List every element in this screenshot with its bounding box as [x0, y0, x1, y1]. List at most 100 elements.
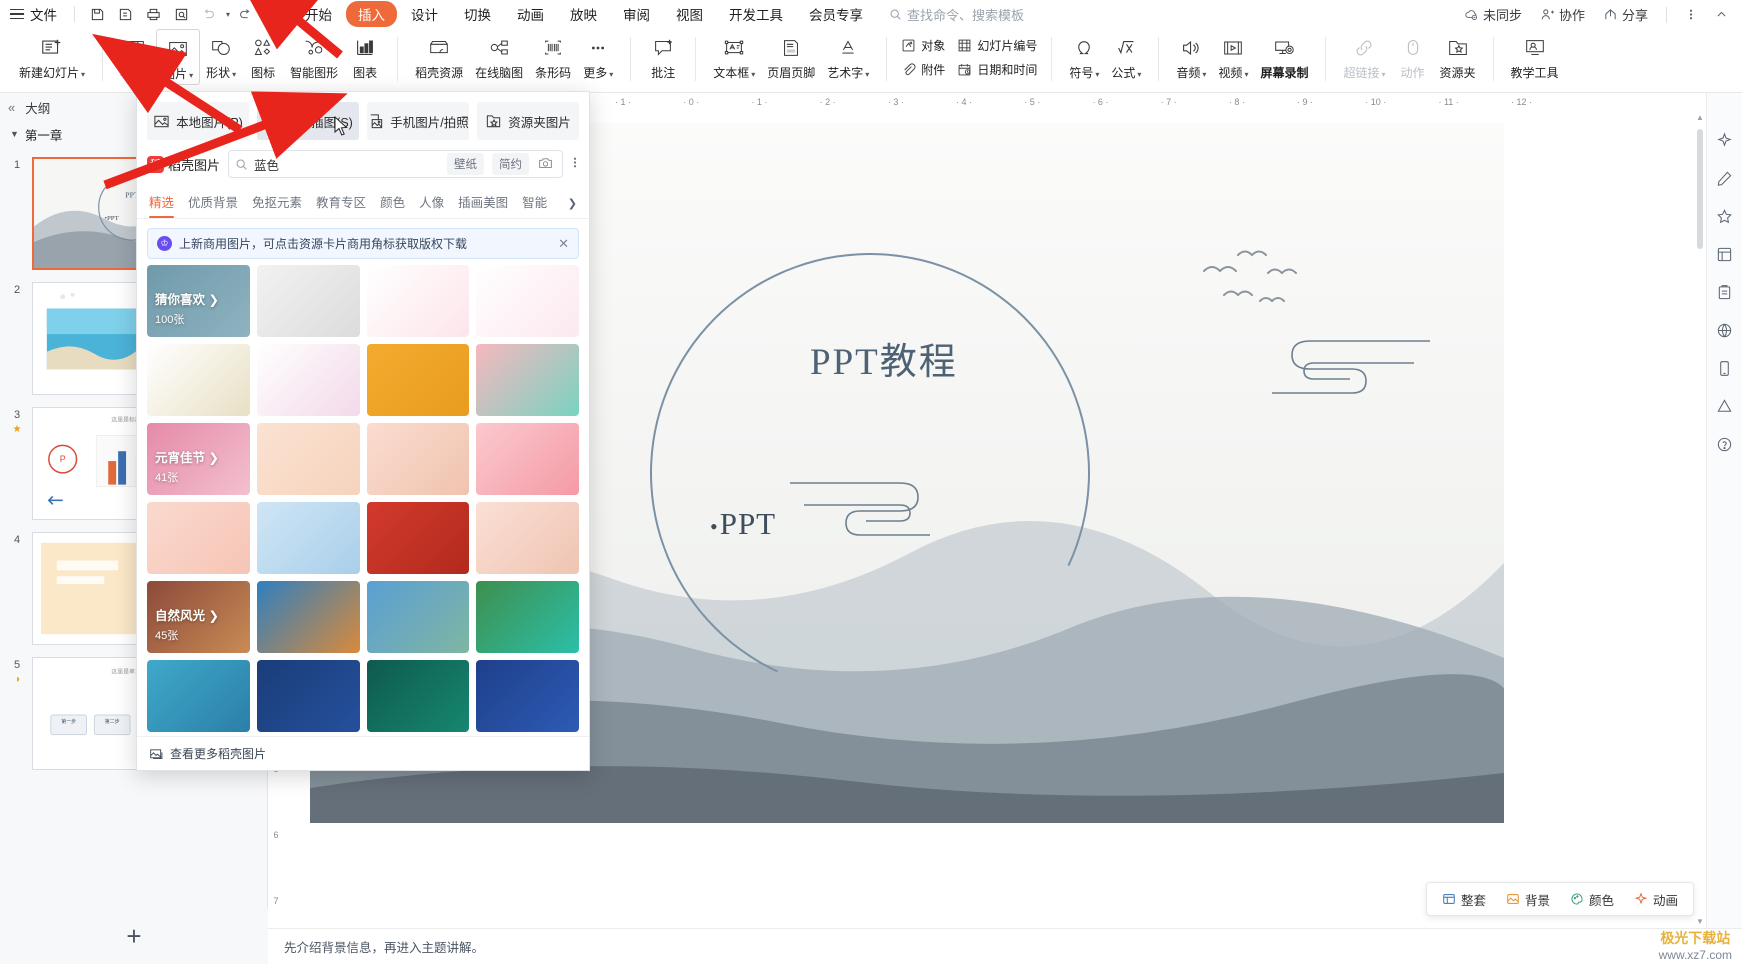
picture-thumbnail[interactable] — [256, 265, 360, 337]
ribbon-chart[interactable]: 图表 — [344, 29, 386, 83]
menu-icon[interactable] — [10, 8, 24, 20]
share-button[interactable]: 分享 — [1596, 3, 1655, 26]
category-tab-education[interactable]: 教育专区 — [316, 188, 366, 218]
picture-thumbnail[interactable] — [256, 502, 360, 574]
picture-thumbnail[interactable] — [476, 265, 579, 337]
ribbon-comment[interactable]: 批注 — [642, 29, 684, 83]
print-icon[interactable] — [140, 2, 166, 26]
collapse-panel-icon[interactable]: « — [8, 100, 15, 115]
picture-search-field[interactable]: 壁纸 简约 — [228, 150, 563, 178]
camera-icon[interactable] — [535, 156, 556, 173]
slide-title[interactable]: PPT教程 — [810, 331, 958, 385]
folder-picture-button[interactable]: 资源夹图片 — [477, 102, 579, 140]
picture-thumbnail[interactable] — [366, 344, 470, 416]
category-tab-portrait[interactable]: 人像 — [419, 188, 444, 218]
scrollbar-thumb[interactable] — [1697, 129, 1703, 249]
chevron-up-icon[interactable] — [1708, 3, 1734, 27]
ribbon-audio[interactable]: 音频 ▾ — [1170, 29, 1212, 83]
ribbon-picture[interactable]: 图片 ▾ — [156, 29, 201, 85]
clipboard-icon[interactable] — [1712, 279, 1738, 305]
chip-animation[interactable]: 动画 — [1625, 886, 1687, 913]
tab-slideshow[interactable]: 放映 — [558, 1, 609, 27]
picture-thumbnail[interactable] — [256, 423, 360, 495]
sparkle-icon[interactable] — [1712, 127, 1738, 153]
ribbon-action[interactable]: 动作 — [1392, 29, 1434, 83]
ribbon-table[interactable]: 表格 ▾ — [114, 29, 156, 83]
picture-thumbnail[interactable] — [256, 581, 360, 653]
print-preview-icon[interactable] — [168, 2, 194, 26]
picture-thumbnail[interactable] — [476, 581, 579, 653]
globe-icon[interactable] — [1712, 317, 1738, 343]
ribbon-datetime[interactable]: 日期和时间 — [953, 59, 1041, 80]
view-more-pictures-button[interactable]: 查看更多稻壳图片 — [137, 736, 589, 770]
category-tab-background[interactable]: 优质背景 — [188, 188, 238, 218]
undo-icon[interactable] — [196, 2, 222, 26]
ribbon-teaching-tool[interactable]: 教学工具 — [1505, 29, 1565, 83]
picture-thumbnail[interactable] — [147, 660, 250, 732]
category-tab-color[interactable]: 颜色 — [380, 188, 405, 218]
picture-thumbnail[interactable] — [366, 660, 470, 732]
ribbon-folder[interactable]: 资源夹 — [1434, 29, 1482, 83]
picture-collection-card[interactable]: 元宵佳节 ❯ 41张 — [147, 423, 250, 495]
chip-whole-set[interactable]: 整套 — [1433, 886, 1495, 913]
picture-thumbnail[interactable] — [147, 502, 250, 574]
ribbon-docer-resource[interactable]: 稻壳资源 — [409, 29, 469, 83]
chevron-right-icon[interactable]: ❯ — [568, 197, 577, 210]
picture-thumbnail[interactable] — [366, 265, 470, 337]
ribbon-more[interactable]: 更多 ▾ — [577, 29, 619, 83]
picture-thumbnail[interactable] — [476, 423, 579, 495]
ribbon-video[interactable]: 视频 ▾ — [1212, 29, 1254, 83]
ribbon-shapes[interactable]: 形状 ▾ — [200, 29, 242, 83]
ribbon-slide-number[interactable]: 幻灯片编号 — [953, 35, 1041, 56]
ribbon-formula[interactable]: 公式 ▾ — [1105, 29, 1147, 83]
more-vertical-icon[interactable] — [571, 155, 579, 174]
picture-thumbnail[interactable] — [147, 344, 250, 416]
local-picture-button[interactable]: 本地图片(P) — [147, 102, 249, 140]
ribbon-barcode[interactable]: 条形码 — [529, 29, 577, 83]
picture-thumbnail[interactable] — [366, 581, 470, 653]
phone-picture-button[interactable]: 手机图片/拍照 — [367, 102, 469, 140]
picture-thumbnail[interactable] — [366, 502, 470, 574]
file-menu-button[interactable]: 文件 — [30, 4, 57, 24]
close-icon[interactable]: ✕ — [558, 236, 569, 252]
search-tag-wallpaper[interactable]: 壁纸 — [447, 153, 484, 175]
chip-background[interactable]: 背景 — [1497, 886, 1559, 913]
ribbon-icons[interactable]: 图标 — [242, 29, 284, 83]
more-vertical-icon[interactable] — [1678, 3, 1704, 27]
chip-color[interactable]: 颜色 — [1561, 886, 1623, 913]
tab-transition[interactable]: 切换 — [452, 1, 503, 27]
picture-thumbnail[interactable] — [366, 423, 470, 495]
save-icon[interactable] — [84, 2, 110, 26]
layers-icon[interactable] — [1712, 241, 1738, 267]
slide-subtitle[interactable]: •PPT — [710, 506, 776, 542]
picture-thumbnail[interactable] — [256, 344, 360, 416]
outline-tab-label[interactable]: 大纲 — [25, 98, 50, 117]
scroll-down-icon[interactable]: ▼ — [1696, 917, 1704, 926]
phone-icon[interactable] — [1712, 355, 1738, 381]
picture-results-grid[interactable]: 猜你喜欢 ❯ 100张 元宵佳节 ❯ 41张 自然风光 ❯ 45张 — [137, 265, 589, 736]
command-search[interactable]: 查找命令、搜索模板 — [889, 5, 1024, 24]
picture-thumbnail[interactable] — [476, 660, 579, 732]
undo-dropdown-icon[interactable]: ▾ — [226, 10, 230, 19]
picture-thumbnail[interactable] — [476, 502, 579, 574]
customize-icon[interactable]: ▾ — [262, 10, 266, 19]
ribbon-textbox[interactable]: 文本框 ▾ — [707, 29, 761, 83]
tab-devtools[interactable]: 开发工具 — [717, 1, 795, 27]
tab-start[interactable]: 开始 — [293, 1, 344, 27]
ribbon-hyperlink[interactable]: 超链接 ▾ — [1337, 29, 1391, 83]
picture-thumbnail[interactable] — [256, 660, 360, 732]
picture-collection-card[interactable]: 自然风光 ❯ 45张 — [147, 581, 250, 653]
shape-icon[interactable] — [1712, 393, 1738, 419]
redo-icon[interactable] — [232, 2, 258, 26]
ribbon-attachment[interactable]: 附件 — [897, 59, 949, 80]
help-icon[interactable] — [1712, 431, 1738, 457]
category-tab-smart[interactable]: 智能 — [522, 188, 547, 218]
picture-collection-card[interactable]: 猜你喜欢 ❯ 100张 — [147, 265, 250, 337]
collaborate-button[interactable]: 协作 — [1533, 3, 1592, 26]
scroll-up-icon[interactable]: ▲ — [1696, 113, 1704, 122]
star-icon[interactable] — [1712, 203, 1738, 229]
tab-insert[interactable]: 插入 — [346, 1, 398, 27]
ribbon-object[interactable]: 对象 — [897, 35, 949, 56]
ribbon-symbol[interactable]: 符号 ▾ — [1063, 29, 1105, 83]
save-as-icon[interactable] — [112, 2, 138, 26]
